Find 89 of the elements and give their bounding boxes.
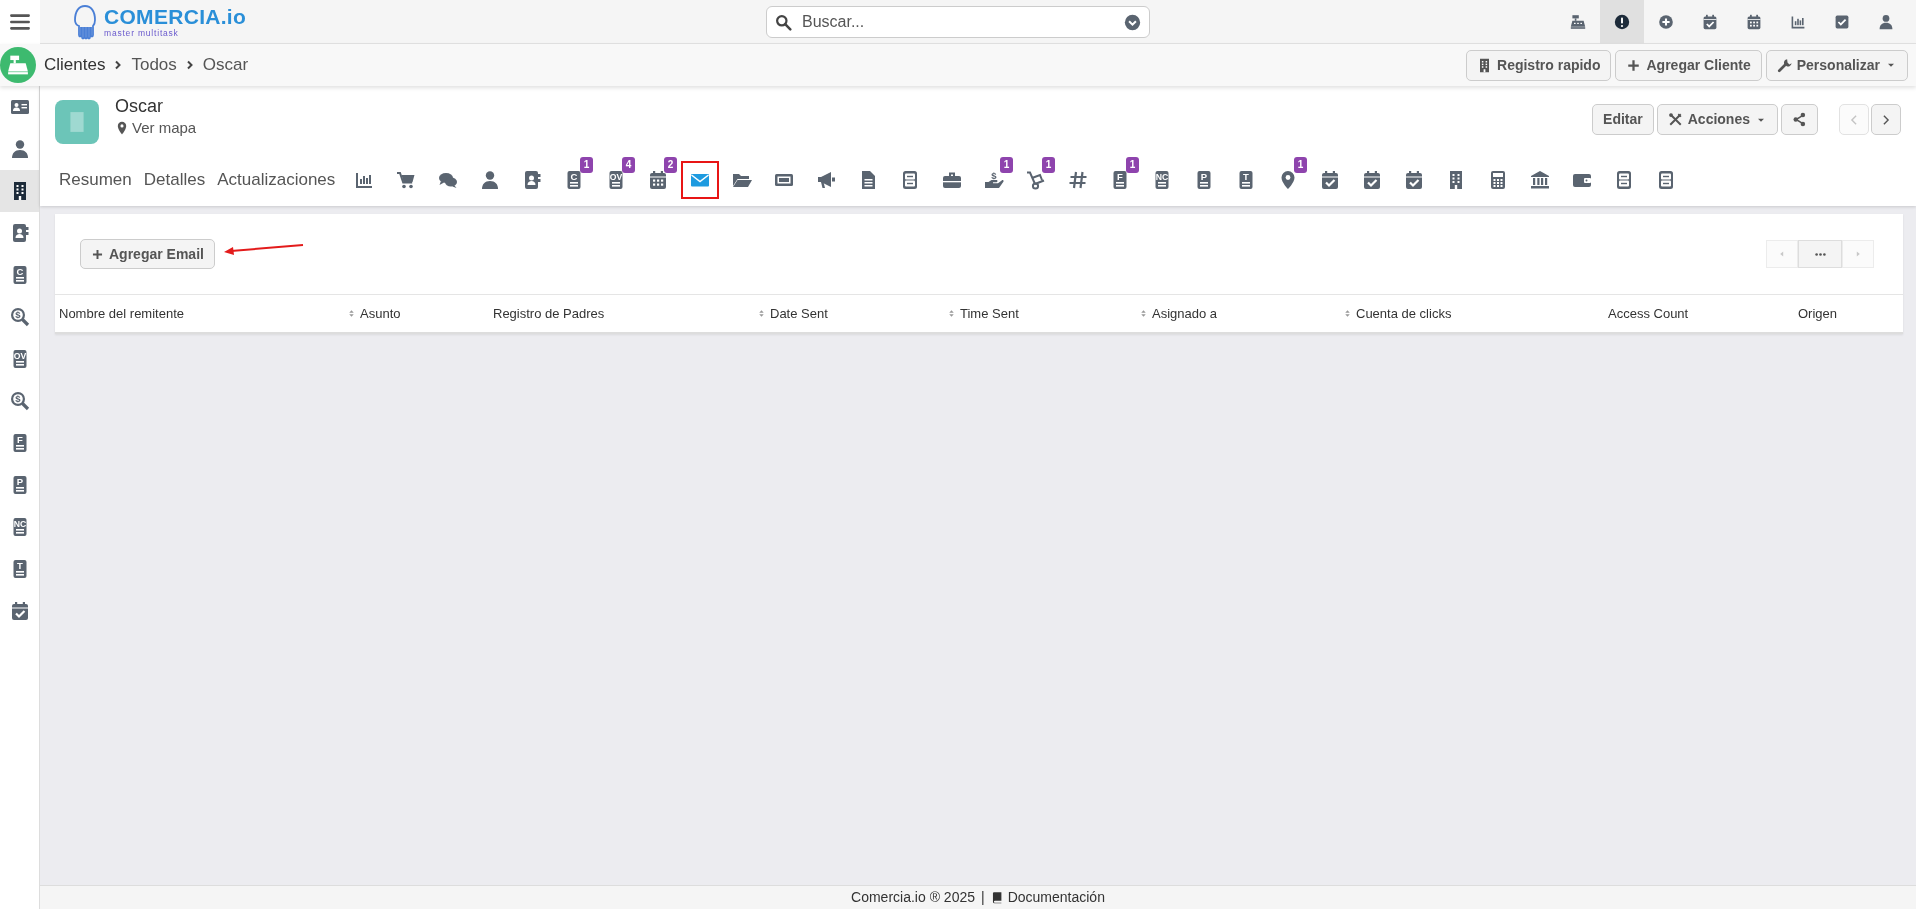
- sidebar-item[interactable]: C: [0, 254, 39, 296]
- column-header: Nombre del remitente: [59, 304, 184, 323]
- share-icon: [1792, 112, 1807, 127]
- chat-icon: [438, 170, 459, 190]
- briefcase-icon: [942, 170, 963, 190]
- breadcrumb-item[interactable]: Todos: [131, 52, 177, 78]
- column-header: Access Count: [1608, 304, 1689, 323]
- alert-icon: [1614, 14, 1630, 30]
- logo-title: COMERCIA.io: [104, 6, 247, 28]
- documentation-link[interactable]: Documentación: [990, 887, 1105, 908]
- icon-tab[interactable]: [681, 161, 720, 199]
- copyright-text: Comercia.io ® 2025: [851, 888, 975, 907]
- dropdown-icon: [1124, 13, 1141, 31]
- calendar-icon: [1746, 14, 1762, 30]
- separator-text: |: [981, 888, 985, 907]
- sidebar-item[interactable]: $: [0, 380, 39, 422]
- sidebar-item[interactable]: $: [0, 296, 39, 338]
- action-button[interactable]: Acciones: [1656, 104, 1778, 135]
- map-link[interactable]: Ver mapa: [115, 116, 197, 140]
- breadcrumb-item: Oscar: [202, 54, 249, 77]
- count-badge: 1: [1125, 157, 1140, 173]
- column-header[interactable]: Date Sent: [757, 303, 828, 324]
- calendar-check-icon: [1362, 170, 1383, 190]
- hand-truck-icon: [1026, 170, 1047, 190]
- menu-icon: [9, 11, 31, 33]
- plus-icon: [1626, 57, 1642, 73]
- user-icon: [9, 139, 30, 159]
- bar-chart-icon: [1790, 14, 1806, 30]
- count-badge: 2: [663, 157, 678, 173]
- calendar-check-icon: [1404, 170, 1425, 190]
- plus-circle-icon: [1658, 14, 1674, 30]
- bank-icon: [1530, 170, 1551, 190]
- tab[interactable]: Detalles: [139, 161, 214, 199]
- hash-icon: [1068, 170, 1089, 190]
- search-field[interactable]: Buscar...: [766, 6, 1150, 38]
- address-book-icon: [522, 170, 543, 190]
- column-header[interactable]: Cuenta de clicks: [1343, 303, 1452, 324]
- share-button[interactable]: [1781, 104, 1818, 135]
- action-button[interactable]: Personalizar: [1765, 49, 1908, 81]
- count-badge: 1: [1293, 157, 1308, 173]
- wrench-icon: [1776, 57, 1792, 73]
- megaphone-icon: [816, 170, 837, 190]
- menu-button[interactable]: [0, 0, 40, 44]
- tab[interactable]: Actualizaciones: [213, 161, 344, 199]
- id-card-icon: [9, 97, 30, 117]
- sidebar-item[interactable]: P: [0, 464, 39, 506]
- search-input[interactable]: Buscar...: [800, 9, 1116, 35]
- toolbar-button[interactable]: [1600, 0, 1644, 44]
- breadcrumb-item[interactable]: Clientes: [44, 52, 106, 78]
- plus-icon: [91, 247, 104, 261]
- count-badge: 1: [999, 157, 1014, 173]
- calendar-check-icon: [9, 601, 30, 621]
- search-icon: [775, 13, 792, 31]
- user-icon: [1878, 14, 1894, 30]
- action-button[interactable]: Agregar Cliente: [1615, 49, 1762, 81]
- count-badge: 4: [621, 157, 636, 173]
- action-button[interactable]: Registro rapido: [1466, 49, 1612, 81]
- record-name: Oscar: [115, 96, 164, 117]
- tab[interactable]: Resumen: [55, 161, 140, 199]
- column-header[interactable]: Asignado a: [1139, 303, 1218, 324]
- map-pin-icon: [115, 120, 129, 135]
- book-icon: [990, 891, 1004, 904]
- sidebar-item[interactable]: OV: [0, 338, 39, 380]
- calendar-icon: [648, 170, 669, 190]
- sidebar-item[interactable]: [0, 170, 39, 212]
- add-email-button[interactable]: Agregar Email: [80, 239, 215, 269]
- sidebar-item[interactable]: NC: [0, 506, 39, 548]
- bar-chart-icon: [354, 170, 375, 190]
- cash-register-icon: [1570, 14, 1586, 30]
- count-badge: 1: [579, 157, 594, 173]
- column-header: Registro de Padres: [493, 304, 605, 323]
- user-icon: [480, 170, 501, 190]
- cart-icon: [396, 170, 417, 190]
- column-header[interactable]: Time Sent: [947, 303, 1019, 324]
- icon-tab[interactable]: NC: [1143, 161, 1182, 199]
- calendar-check-icon: [1702, 14, 1718, 30]
- logo-subtitle: master multitask: [104, 29, 180, 38]
- column-header: Origen: [1798, 304, 1838, 323]
- action-button[interactable]: Editar: [1592, 104, 1654, 135]
- column-header[interactable]: Asunto: [347, 303, 401, 324]
- sidebar-item[interactable]: T: [0, 548, 39, 590]
- building-icon: [1477, 57, 1492, 73]
- count-badge: 1: [1041, 157, 1056, 173]
- calendar-check-icon: [1320, 170, 1341, 190]
- checkbox-icon: [1834, 14, 1850, 30]
- icon-tab[interactable]: P: [1185, 161, 1224, 199]
- icon-tab[interactable]: T: [1227, 161, 1266, 199]
- record-avatar: [55, 100, 99, 144]
- sidebar-item[interactable]: F: [0, 422, 39, 464]
